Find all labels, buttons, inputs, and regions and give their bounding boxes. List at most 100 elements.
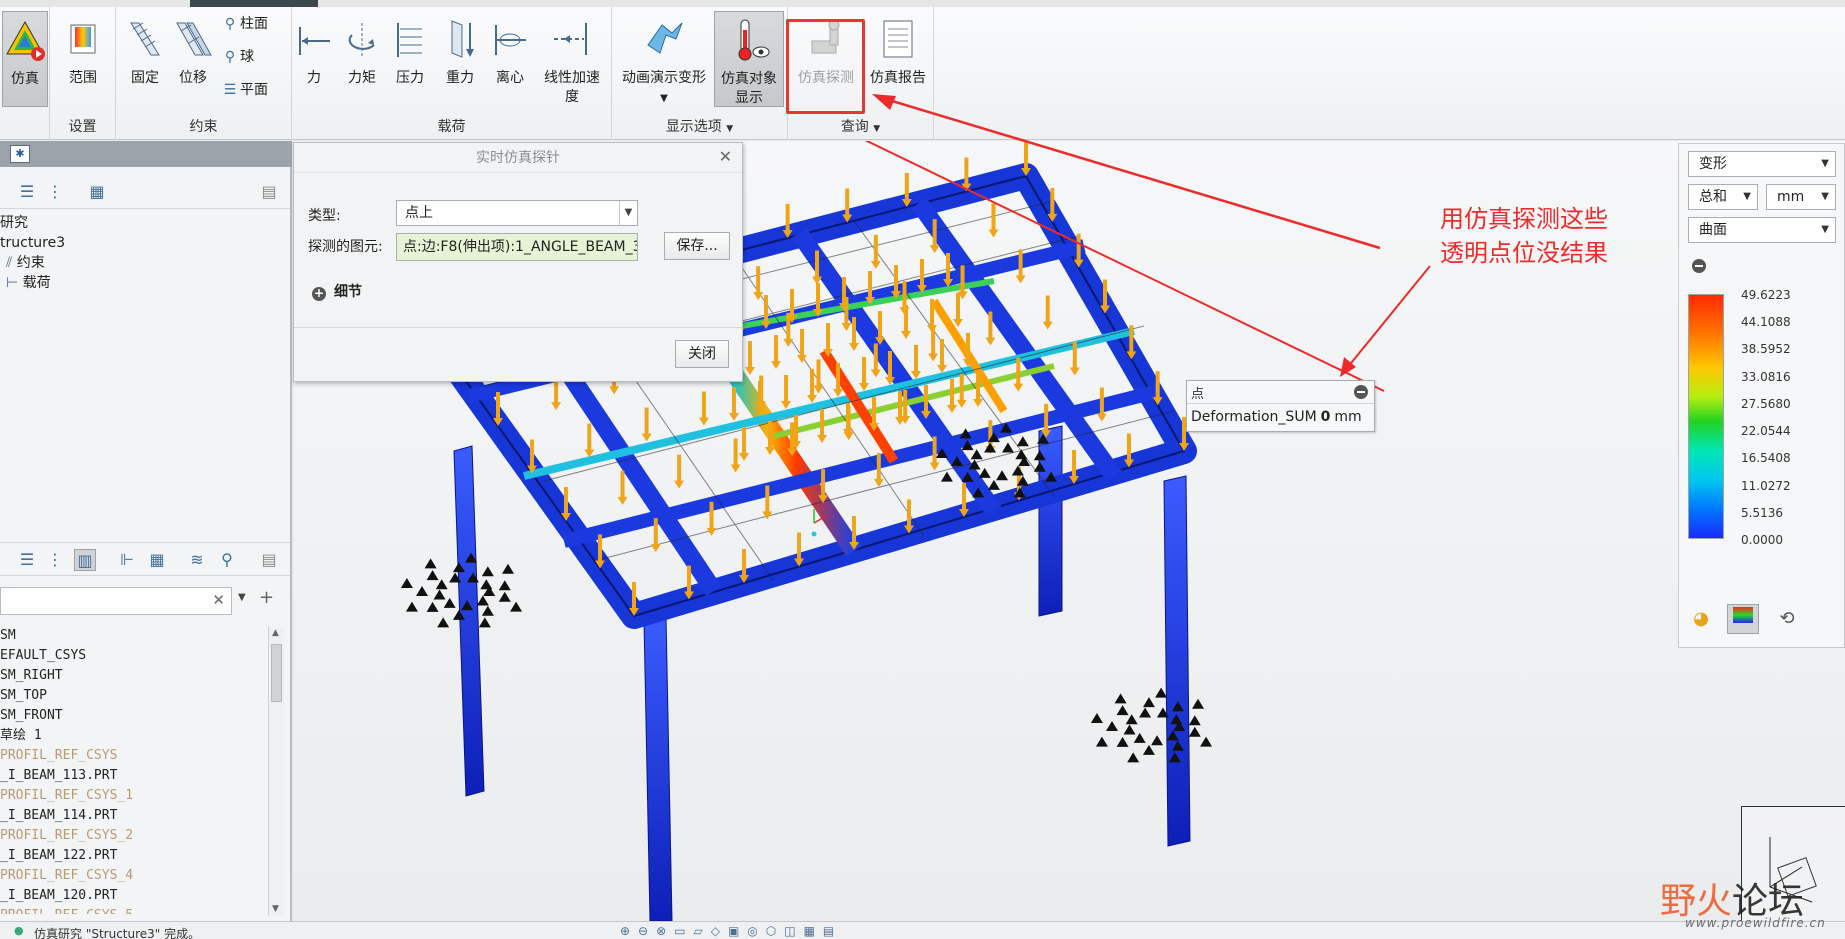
legend-value: 22.0544 bbox=[1741, 424, 1791, 439]
divider bbox=[1187, 403, 1374, 404]
layer-tree-row[interactable]: SM_TOP bbox=[0, 686, 272, 706]
search-input[interactable]: ✕ bbox=[0, 587, 232, 615]
tree-expand-icon[interactable]: ⋮ bbox=[44, 181, 66, 203]
layer-tree-row[interactable]: EFAULT_CSYS bbox=[0, 646, 272, 666]
group-label-display-options[interactable]: 显示选项 ▼ bbox=[612, 116, 787, 136]
scrollbar[interactable]: ▲ ▼ bbox=[268, 626, 284, 916]
view-toolbar-icons[interactable]: ⊕⊖⊗▭▱◇▣◎⬡◫▦▤ bbox=[620, 924, 842, 938]
layer-tree-row[interactable]: PROFIL_REF_CSYS_5 bbox=[0, 906, 272, 914]
layer-tree-row[interactable]: PROFIL_REF_CSYS_4 bbox=[0, 866, 272, 886]
spectrum-icon[interactable] bbox=[1727, 604, 1759, 634]
tree-item-label: 载荷 bbox=[22, 275, 51, 291]
sim-object-display-button[interactable]: 仿真对象 显示 bbox=[714, 11, 784, 107]
details-expander[interactable]: + 细节 bbox=[312, 281, 362, 301]
centrifugal-button[interactable]: 离心 bbox=[488, 11, 532, 88]
plane-button[interactable]: ☰ 平面 bbox=[220, 79, 268, 101]
simulate-button[interactable]: 仿真 bbox=[2, 11, 48, 107]
details-label: 细节 bbox=[334, 284, 362, 300]
moment-button[interactable]: 力矩 bbox=[340, 11, 384, 88]
scroll-down-icon[interactable]: ▼ bbox=[272, 904, 279, 914]
fixed-button[interactable]: 固定 bbox=[122, 11, 168, 88]
ribbon-group-display-options: 动画演示变形 ▼ 仿真对象 显示 显示选项 ▼ bbox=[612, 7, 788, 140]
displacement-button[interactable]: 位移 bbox=[170, 11, 216, 88]
constraint-icon: ⫽ bbox=[6, 255, 13, 271]
pressure-button[interactable]: 压力 bbox=[388, 11, 432, 88]
layer-tree-row[interactable]: 草绘 1 bbox=[0, 726, 272, 746]
color-settings-icon[interactable]: ◕ bbox=[1685, 604, 1717, 634]
close-button[interactable]: 关闭 bbox=[675, 340, 729, 368]
tree-columns-icon[interactable]: ▥ bbox=[74, 549, 96, 571]
chevron-down-icon[interactable]: ▼ bbox=[238, 592, 246, 603]
linear-accel-button[interactable]: 线性加速 度 bbox=[538, 11, 606, 107]
annotation-line-2: 透明点位没结果 bbox=[1440, 239, 1608, 267]
tree-filter-icon[interactable]: ▤ bbox=[258, 181, 280, 203]
legend-value: 44.1088 bbox=[1741, 315, 1791, 330]
tree-settings-icon[interactable]: ▦ bbox=[146, 549, 168, 571]
layer-tree-row[interactable]: _I_BEAM_120.PRT bbox=[0, 886, 272, 906]
layer-tree-row[interactable]: _I_BEAM_114.PRT bbox=[0, 806, 272, 826]
model-tree-tab-icon[interactable]: ✱ bbox=[10, 145, 30, 163]
probe-title: 点 bbox=[1191, 387, 1205, 402]
layer-tree-row[interactable]: _I_BEAM_122.PRT bbox=[0, 846, 272, 866]
tree-item-constraints[interactable]: ⫽ 约束 bbox=[0, 253, 65, 273]
fixed-support-marker bbox=[978, 467, 991, 478]
animate-deformation-button[interactable]: 动画演示变形 ▼ bbox=[618, 11, 710, 108]
layer-tree-row[interactable]: PROFIL_REF_CSYS bbox=[0, 746, 272, 766]
collapse-icon[interactable] bbox=[1692, 259, 1706, 273]
gravity-button[interactable]: 重力 bbox=[438, 11, 482, 88]
dialog-title: 实时仿真探针 bbox=[294, 143, 742, 173]
save-button[interactable]: 保存... bbox=[664, 232, 730, 260]
unit-select[interactable]: mm ▼ bbox=[1766, 184, 1836, 210]
scope-label: 范围 bbox=[69, 70, 97, 86]
find-icon[interactable]: ⚲ bbox=[216, 549, 238, 571]
fixed-support-marker bbox=[426, 601, 439, 612]
tree-filter-icon[interactable]: ⊩ bbox=[116, 549, 138, 571]
tree-list-icon[interactable]: ☰ bbox=[16, 549, 38, 571]
refresh-icon[interactable]: ⟲ bbox=[1771, 604, 1803, 634]
fixed-support-marker bbox=[1142, 697, 1155, 708]
force-button[interactable]: 力 bbox=[292, 11, 336, 88]
clear-icon[interactable]: ✕ bbox=[212, 591, 225, 609]
sim-report-button[interactable]: 仿真报告 bbox=[866, 11, 930, 88]
fixed-support-marker bbox=[996, 470, 1009, 481]
load-arrow-head bbox=[813, 385, 824, 394]
type-select[interactable]: 点上 ▼ bbox=[396, 200, 638, 226]
collapse-icon[interactable] bbox=[1354, 385, 1368, 399]
tree-item[interactable]: 研究 bbox=[0, 213, 65, 233]
tree-expand-icon[interactable]: ⋮ bbox=[44, 549, 66, 571]
surface-select[interactable]: 曲面 ▼ bbox=[1688, 217, 1836, 243]
layer-tree-row[interactable]: PROFIL_REF_CSYS_2 bbox=[0, 826, 272, 846]
layer-tree-row[interactable]: _I_BEAM_113.PRT bbox=[0, 766, 272, 786]
tree-list-icon[interactable]: ☰ bbox=[16, 181, 38, 203]
component-select[interactable]: 总和 ▼ bbox=[1688, 184, 1758, 210]
tree-item-loads[interactable]: ⊢ 载荷 bbox=[0, 273, 65, 293]
close-icon[interactable]: ✕ bbox=[719, 147, 732, 166]
simulate-label: 仿真 bbox=[11, 71, 39, 87]
cylinder-button[interactable]: ⚲ 柱面 bbox=[220, 13, 268, 35]
tree-filter-icon[interactable]: ▤ bbox=[258, 549, 280, 571]
entity-label: 探测的图元: bbox=[308, 239, 383, 255]
ball-button[interactable]: ⚲ 球 bbox=[220, 46, 254, 68]
probed-entity-field[interactable]: 点:边:F8(伸出项):1_ANGLE_BEAM_3... bbox=[396, 233, 638, 261]
scroll-up-icon[interactable]: ▲ bbox=[272, 628, 279, 638]
chevron-down-icon[interactable]: ▼ bbox=[660, 93, 668, 104]
probe-result-box[interactable]: 点 Deformation_SUM 0 mm bbox=[1186, 380, 1375, 432]
scrollbar-thumb[interactable] bbox=[271, 644, 282, 702]
layer-tree-row[interactable]: SM_RIGHT bbox=[0, 666, 272, 686]
add-icon[interactable]: + bbox=[259, 587, 274, 608]
load-arrow-head bbox=[609, 386, 620, 395]
result-type-select[interactable]: 变形 ▼ bbox=[1688, 151, 1836, 177]
legend-value: 5.5136 bbox=[1741, 505, 1783, 520]
tree-settings-icon[interactable]: ▦ bbox=[86, 181, 108, 203]
type-label: 类型: bbox=[308, 208, 341, 224]
tree-item[interactable]: tructure3 bbox=[0, 233, 65, 253]
layer-tree-row[interactable]: PROFIL_REF_CSYS_1 bbox=[0, 786, 272, 806]
status-bar: ● 仿真研究 "Structure3" 完成。 ⊕⊖⊗▭▱◇▣◎⬡◫▦▤ bbox=[0, 921, 1845, 939]
scope-button[interactable]: 范围 bbox=[60, 11, 106, 88]
animate-deformation-label: 动画演示变形 bbox=[622, 70, 706, 86]
layer-tree-row[interactable]: SM bbox=[0, 626, 272, 646]
layers-icon[interactable]: ≋ bbox=[186, 549, 208, 571]
layer-tree-row[interactable]: SM_FRONT bbox=[0, 706, 272, 726]
load-icon: ⊢ bbox=[6, 275, 19, 291]
legend-value: 0.0000 bbox=[1741, 533, 1783, 547]
